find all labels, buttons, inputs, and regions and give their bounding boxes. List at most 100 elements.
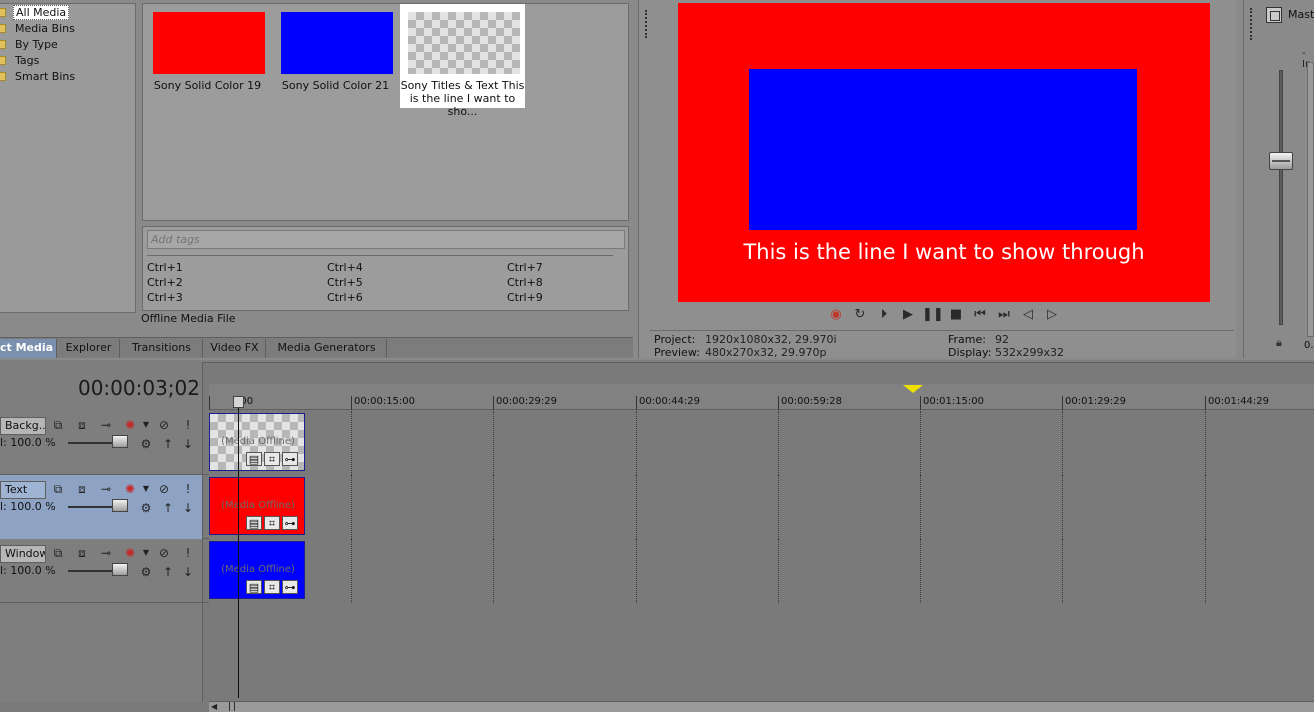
solo-icon[interactable]: !	[180, 418, 196, 432]
tab-media-generators[interactable]: Media Generators	[267, 339, 387, 358]
track-settings-icon[interactable]: ⚙	[138, 565, 154, 579]
tree-item-smart-bins[interactable]: Smart Bins	[0, 69, 134, 84]
crop-icon[interactable]: ⌗	[264, 580, 280, 594]
track-header[interactable]: Text ⧉ ⧈ ⊸ ✺ ▼ ⊘ ! l: 100.0 % ⚙ ↑ ↓	[0, 475, 203, 539]
move-up-icon[interactable]: ↑	[160, 501, 176, 515]
film-icon[interactable]: ▤	[246, 452, 262, 466]
tree-item-media-bins[interactable]: Media Bins	[0, 21, 134, 36]
track-name[interactable]: Window	[0, 545, 46, 563]
tag-shortcut[interactable]: Ctrl+3	[147, 291, 183, 304]
mute-icon[interactable]: ⊘	[156, 482, 172, 496]
track-motion-icon[interactable]: ⧉	[50, 546, 66, 560]
track-motion-icon[interactable]: ⧉	[50, 418, 66, 432]
tag-shortcut[interactable]: Ctrl+7	[507, 261, 543, 274]
chevron-down-icon[interactable]: ▼	[138, 418, 154, 432]
tab-video-fx[interactable]: Video FX	[204, 339, 266, 358]
previous-frame-icon[interactable]: ◁	[1018, 305, 1038, 325]
mute-icon[interactable]: ⊘	[156, 546, 172, 560]
solo-icon[interactable]: !	[180, 546, 196, 560]
scrollbar-thumb[interactable]	[229, 702, 235, 711]
tree-item-tags[interactable]: Tags	[0, 53, 134, 68]
media-item-solid-color-21[interactable]: Sony Solid Color 21	[273, 4, 398, 108]
film-icon[interactable]: ▤	[246, 580, 262, 594]
next-frame-icon[interactable]: ▷	[1042, 305, 1062, 325]
tab-transitions[interactable]: Transitions	[121, 339, 203, 358]
event-fx-icon[interactable]: ⊶	[282, 516, 298, 530]
track-fx-icon[interactable]: ✺	[122, 546, 138, 560]
time-ruler[interactable]: :00 00:00:15:00 00:00:29:29 00:00:44:29 …	[209, 384, 1314, 410]
go-to-end-icon[interactable]: ⏭	[994, 305, 1014, 325]
tag-shortcut[interactable]: Ctrl+1	[147, 261, 183, 274]
parent-composite-icon[interactable]: ⊸	[98, 546, 114, 560]
film-icon[interactable]: ▤	[246, 516, 262, 530]
track-settings-icon[interactable]: ⚙	[138, 437, 154, 451]
track-fx-icon[interactable]: ✺	[122, 482, 138, 496]
track-header[interactable]: Window ⧉ ⧈ ⊸ ✺ ▼ ⊘ ! l: 100.0 % ⚙ ↑ ↓	[0, 539, 203, 603]
record-icon[interactable]: ◉	[826, 305, 846, 325]
tag-shortcut[interactable]: Ctrl+8	[507, 276, 543, 289]
compositing-mode-icon[interactable]: ⧈	[74, 546, 90, 560]
panel-grip[interactable]	[1250, 8, 1253, 40]
tag-shortcut[interactable]: Ctrl+4	[327, 261, 363, 274]
track-lane[interactable]: (Media Offline) ▤ ⌗ ⊶	[209, 539, 1314, 603]
track-motion-icon[interactable]: ⧉	[50, 482, 66, 496]
tree-item-all-media[interactable]: All Media	[0, 5, 134, 20]
tag-shortcut[interactable]: Ctrl+6	[327, 291, 363, 304]
move-down-icon[interactable]: ↓	[180, 437, 196, 451]
playhead-handle[interactable]	[233, 396, 244, 408]
track-name[interactable]: Backg...	[0, 417, 46, 435]
track-name[interactable]: Text	[0, 481, 46, 499]
lock-icon[interactable]: 🔒︎	[1276, 336, 1282, 350]
pause-icon[interactable]: ❚❚	[922, 305, 944, 325]
timeline-horizontal-scrollbar[interactable]	[209, 701, 1314, 712]
event-clip[interactable]: (Media Offline) ▤ ⌗ ⊶	[209, 413, 305, 471]
event-fx-icon[interactable]: ⊶	[282, 580, 298, 594]
tag-shortcut[interactable]: Ctrl+5	[327, 276, 363, 289]
event-fx-icon[interactable]: ⊶	[282, 452, 298, 466]
chevron-down-icon[interactable]: ▼	[138, 546, 154, 560]
track-fx-icon[interactable]: ✺	[122, 418, 138, 432]
go-to-start-icon[interactable]: ⏮	[970, 305, 990, 325]
compositing-mode-icon[interactable]: ⧈	[74, 482, 90, 496]
level-slider-thumb[interactable]	[112, 435, 128, 448]
media-item-titles-text[interactable]: Sony Titles & Text This is the line I wa…	[400, 4, 525, 118]
mute-icon[interactable]: ⊘	[156, 418, 172, 432]
level-slider-thumb[interactable]	[112, 563, 128, 576]
timecode-display[interactable]: 00:00:03;02	[60, 376, 200, 400]
stop-icon[interactable]: ■	[946, 305, 966, 325]
master-window-icon[interactable]	[1266, 7, 1282, 23]
crop-icon[interactable]: ⌗	[264, 452, 280, 466]
play-icon[interactable]: ▶	[898, 305, 918, 325]
parent-composite-icon[interactable]: ⊸	[98, 418, 114, 432]
event-clip[interactable]: (Media Offline) ▤ ⌗ ⊶	[209, 477, 305, 535]
media-item-solid-color-19[interactable]: Sony Solid Color 19	[145, 4, 270, 108]
master-fader-thumb[interactable]	[1269, 152, 1293, 170]
tab-project-media[interactable]: ct Media	[0, 339, 57, 358]
panel-grip[interactable]	[645, 10, 648, 38]
loop-region-marker[interactable]	[903, 385, 923, 393]
loop-icon[interactable]: ↻	[850, 305, 870, 325]
level-slider-thumb[interactable]	[112, 499, 128, 512]
play-from-start-icon[interactable]: ⏵	[874, 305, 894, 325]
track-header[interactable]: Backg... ⧉ ⧈ ⊸ ✺ ▼ ⊘ ! l: 100.0 % ⚙ ↑ ↓	[0, 411, 203, 475]
tag-shortcut[interactable]: Ctrl+2	[147, 276, 183, 289]
move-down-icon[interactable]: ↓	[180, 565, 196, 579]
crop-icon[interactable]: ⌗	[264, 516, 280, 530]
move-up-icon[interactable]: ↑	[160, 565, 176, 579]
master-fader-track[interactable]	[1279, 70, 1283, 325]
playhead-cursor[interactable]	[238, 398, 239, 698]
track-lane[interactable]: (Media Offline) ▤ ⌗ ⊶	[209, 411, 1314, 475]
tree-item-by-type[interactable]: By Type	[0, 37, 134, 52]
move-down-icon[interactable]: ↓	[180, 501, 196, 515]
add-tags-input[interactable]	[147, 230, 625, 249]
compositing-mode-icon[interactable]: ⧈	[74, 418, 90, 432]
track-settings-icon[interactable]: ⚙	[138, 501, 154, 515]
parent-composite-icon[interactable]: ⊸	[98, 482, 114, 496]
move-up-icon[interactable]: ↑	[160, 437, 176, 451]
event-clip[interactable]: (Media Offline) ▤ ⌗ ⊶	[209, 541, 305, 599]
tag-shortcut[interactable]: Ctrl+9	[507, 291, 543, 304]
chevron-down-icon[interactable]: ▼	[138, 482, 154, 496]
tab-explorer[interactable]: Explorer	[58, 339, 120, 358]
scroll-left-icon[interactable]: ◀	[211, 702, 217, 711]
solo-icon[interactable]: !	[180, 482, 196, 496]
